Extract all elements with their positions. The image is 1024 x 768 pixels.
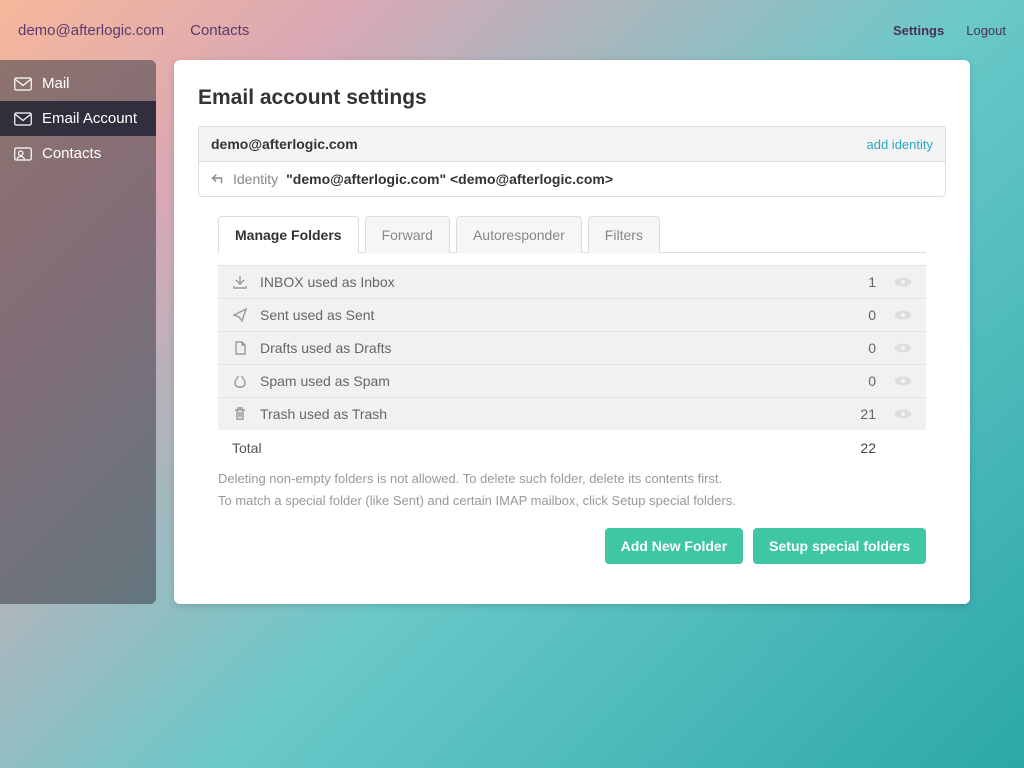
tab-autoresponder[interactable]: Autoresponder bbox=[456, 216, 582, 253]
spam-icon bbox=[232, 373, 250, 389]
folder-count: 0 bbox=[842, 373, 876, 389]
eye-icon[interactable] bbox=[890, 408, 916, 420]
setup-special-folders-button[interactable]: Setup special folders bbox=[753, 528, 926, 564]
topbar-contacts-link[interactable]: Contacts bbox=[190, 22, 249, 39]
hints: Deleting non-empty folders is not allowe… bbox=[198, 460, 946, 512]
top-bar: demo@afterlogic.com Contacts Settings Lo… bbox=[0, 0, 1024, 60]
sidebar-item-contacts[interactable]: Contacts bbox=[0, 136, 156, 171]
folder-count: 0 bbox=[842, 340, 876, 356]
mail-icon bbox=[14, 112, 32, 126]
trash-icon bbox=[232, 406, 250, 422]
sidebar-item-label: Contacts bbox=[42, 145, 101, 162]
total-row: Total 22 bbox=[218, 430, 926, 460]
sidebar-item-email-account[interactable]: Email Account bbox=[0, 101, 156, 136]
add-new-folder-button[interactable]: Add New Folder bbox=[605, 528, 744, 564]
account-box: demo@afterlogic.com add identity Identit… bbox=[198, 126, 946, 197]
eye-icon[interactable] bbox=[890, 342, 916, 354]
tab-forward[interactable]: Forward bbox=[365, 216, 450, 253]
tab-filters[interactable]: Filters bbox=[588, 216, 660, 253]
topbar-logout-link[interactable]: Logout bbox=[966, 23, 1006, 38]
contacts-icon bbox=[14, 147, 32, 161]
sent-icon bbox=[232, 307, 250, 323]
folder-row[interactable]: Spam used as Spam 0 bbox=[218, 364, 926, 397]
drafts-icon bbox=[232, 340, 250, 356]
inbox-icon bbox=[232, 274, 250, 290]
folder-row[interactable]: Trash used as Trash 21 bbox=[218, 397, 926, 430]
settings-sidebar: Mail Email Account Contacts bbox=[0, 60, 156, 604]
sidebar-item-mail[interactable]: Mail bbox=[0, 66, 156, 101]
folder-actions: Add New Folder Setup special folders bbox=[198, 512, 946, 564]
folder-name: Spam used as Spam bbox=[260, 373, 390, 389]
page-title: Email account settings bbox=[198, 86, 946, 110]
return-icon bbox=[211, 172, 225, 186]
total-count: 22 bbox=[842, 440, 876, 456]
settings-panel: Email account settings demo@afterlogic.c… bbox=[174, 60, 970, 604]
account-email: demo@afterlogic.com bbox=[211, 136, 358, 152]
identity-value: "demo@afterlogic.com" <demo@afterlogic.c… bbox=[286, 171, 613, 187]
sidebar-item-label: Mail bbox=[42, 75, 70, 92]
hint-line: To match a special folder (like Sent) an… bbox=[218, 490, 926, 512]
folder-list: INBOX used as Inbox 1 Sent used as Sent … bbox=[198, 253, 946, 460]
folder-name: Trash used as Trash bbox=[260, 406, 387, 422]
sidebar-item-label: Email Account bbox=[42, 110, 137, 127]
folder-row[interactable]: Drafts used as Drafts 0 bbox=[218, 331, 926, 364]
topbar-settings-link[interactable]: Settings bbox=[893, 23, 944, 38]
mail-icon bbox=[14, 77, 32, 91]
folder-count: 0 bbox=[842, 307, 876, 323]
folder-name: Sent used as Sent bbox=[260, 307, 374, 323]
folder-name: Drafts used as Drafts bbox=[260, 340, 392, 356]
folder-row[interactable]: Sent used as Sent 0 bbox=[218, 298, 926, 331]
account-header[interactable]: demo@afterlogic.com add identity bbox=[199, 127, 945, 162]
tabs: Manage Folders Forward Autoresponder Fil… bbox=[218, 215, 926, 253]
folder-name: INBOX used as Inbox bbox=[260, 274, 395, 290]
eye-icon[interactable] bbox=[890, 276, 916, 288]
hint-line: Deleting non-empty folders is not allowe… bbox=[218, 468, 926, 490]
tab-manage-folders[interactable]: Manage Folders bbox=[218, 216, 359, 253]
folder-count: 21 bbox=[842, 406, 876, 422]
eye-icon[interactable] bbox=[890, 309, 916, 321]
folder-count: 1 bbox=[842, 274, 876, 290]
topbar-email-link[interactable]: demo@afterlogic.com bbox=[18, 22, 164, 39]
eye-icon[interactable] bbox=[890, 375, 916, 387]
add-identity-link[interactable]: add identity bbox=[867, 137, 934, 152]
total-label: Total bbox=[232, 440, 262, 456]
identity-row[interactable]: Identity "demo@afterlogic.com" <demo@aft… bbox=[199, 162, 945, 196]
identity-label: Identity bbox=[233, 171, 278, 187]
folder-row[interactable]: INBOX used as Inbox 1 bbox=[218, 265, 926, 298]
